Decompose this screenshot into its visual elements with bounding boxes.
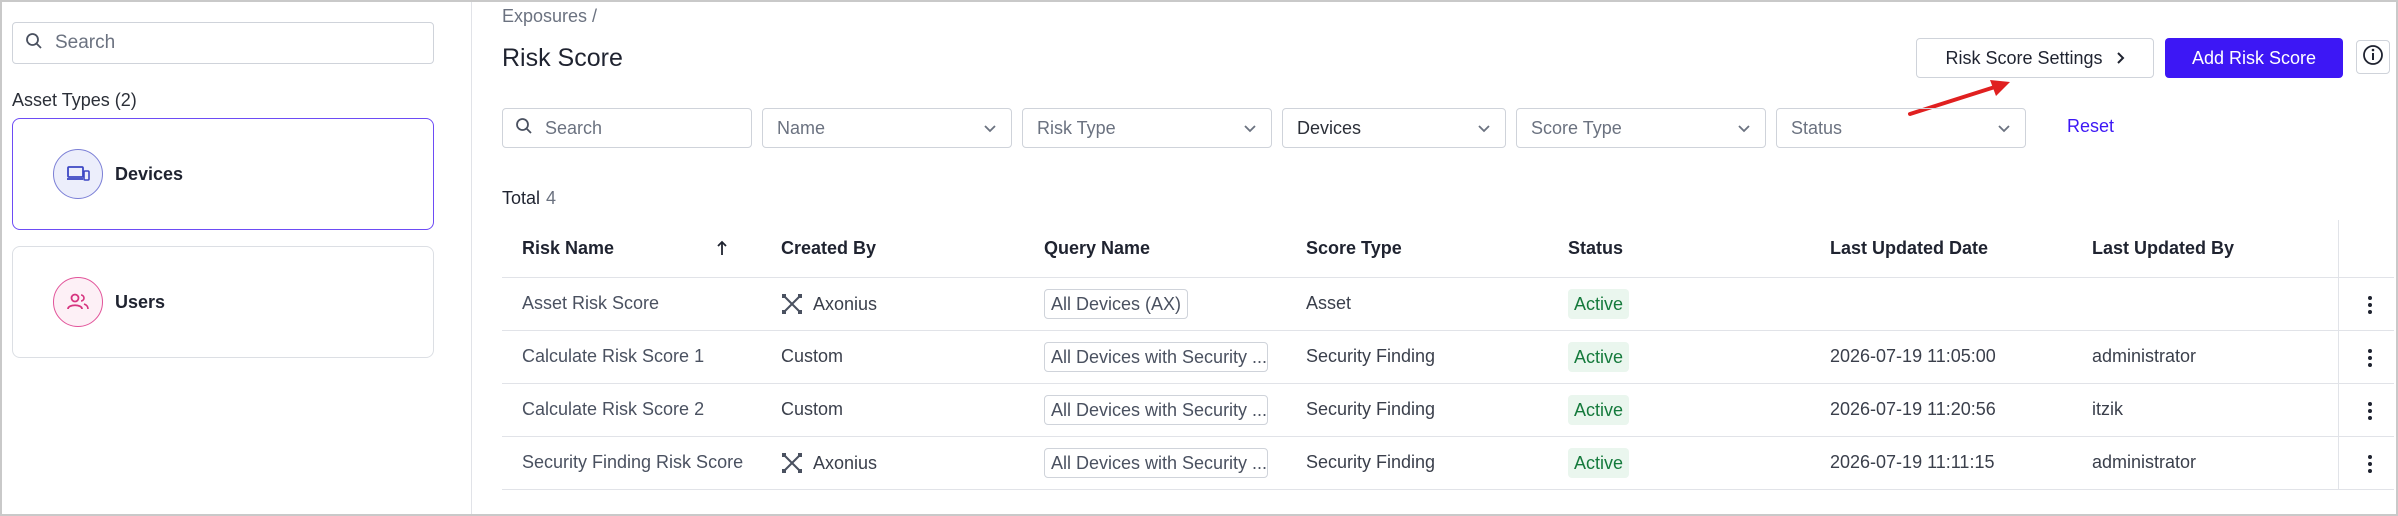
risk-score-settings-button[interactable]: Risk Score Settings [1916, 38, 2154, 78]
row-actions-kebab-icon[interactable] [2360, 345, 2380, 371]
total-label: Total [502, 188, 541, 208]
created-by-label: Axonius [813, 293, 878, 314]
last-updated-by-cell: administrator [2092, 452, 2197, 472]
query-name-chip[interactable]: All Devices (AX) [1044, 289, 1189, 319]
query-name-chip[interactable]: All Devices with Security ... [1044, 395, 1268, 425]
last-updated-by-cell: itzik [2092, 399, 2123, 419]
filter-status-label: Status [1791, 117, 1843, 138]
filter-devices-dropdown[interactable]: Devices [1282, 108, 1506, 148]
sidebar: Search Asset Types (2) Devices Users [2, 2, 472, 514]
users-icon [53, 277, 103, 327]
risk-name-cell[interactable]: Calculate Risk Score 1 [522, 346, 704, 367]
sort-ascending-icon[interactable] [716, 240, 728, 261]
column-header-risk-name[interactable]: Risk Name [522, 238, 614, 259]
chevron-down-icon [1243, 118, 1257, 139]
chevron-down-icon [983, 118, 997, 139]
score-type-cell: Security Finding [1306, 346, 1436, 366]
status-badge: Active [1568, 342, 1630, 372]
created-by-cell: Axonius [781, 452, 877, 474]
search-icon [515, 117, 533, 140]
actions-column-divider [2338, 220, 2394, 278]
risk-name-cell[interactable]: Calculate Risk Score 2 [522, 399, 704, 420]
info-button[interactable] [2356, 40, 2390, 74]
filter-search-placeholder: Search [545, 117, 603, 138]
chevron-down-icon [1737, 118, 1751, 139]
filter-risk-type-dropdown[interactable]: Risk Type [1022, 108, 1272, 148]
devices-icon [53, 149, 103, 199]
filter-devices-label: Devices [1297, 117, 1362, 138]
total-count: Total 4 [502, 188, 556, 209]
status-badge: Active [1568, 448, 1630, 478]
table-row[interactable]: Security Finding Risk Score Axonius All … [502, 437, 2394, 490]
risk-score-settings-label: Risk Score Settings [1945, 47, 2103, 68]
chevron-right-icon [2115, 51, 2125, 65]
column-header-last-updated-date[interactable]: Last Updated Date [1830, 238, 1988, 259]
asset-types-heading: Asset Types (2) [12, 90, 137, 110]
filter-score-type-label: Score Type [1531, 117, 1622, 138]
created-by-label: Axonius [813, 452, 878, 473]
score-type-cell: Security Finding [1306, 399, 1436, 419]
info-icon [2362, 44, 2384, 71]
last-updated-by-cell: administrator [2092, 346, 2197, 366]
table-row[interactable]: Asset Risk Score Axonius All Devices (AX… [502, 278, 2394, 331]
status-badge: Active [1568, 395, 1630, 425]
last-updated-date-cell: 2026-07-19 11:05:00 [1830, 346, 1996, 366]
query-name-chip[interactable]: All Devices with Security ... [1044, 448, 1268, 478]
risk-name-cell[interactable]: Asset Risk Score [522, 293, 659, 314]
filter-name-label: Name [777, 117, 826, 138]
search-icon [25, 32, 43, 55]
status-badge: Active [1568, 289, 1630, 319]
asset-type-label-users: Users [115, 291, 166, 312]
filter-risk-type-label: Risk Type [1037, 117, 1116, 138]
filter-status-dropdown[interactable]: Status [1776, 108, 2026, 148]
risk-name-cell[interactable]: Security Finding Risk Score [522, 452, 743, 473]
row-actions-kebab-icon[interactable] [2360, 292, 2380, 318]
asset-type-card-users[interactable]: Users [12, 246, 434, 358]
reset-filters-link[interactable]: Reset [2067, 116, 2114, 137]
filter-score-type-dropdown[interactable]: Score Type [1516, 108, 1766, 148]
page-title: Risk Score [502, 44, 623, 72]
created-by-cell: Axonius [781, 293, 877, 315]
table-row[interactable]: Calculate Risk Score 2 Custom All Device… [502, 384, 2394, 437]
breadcrumb[interactable]: Exposures / [502, 6, 597, 27]
total-value: 4 [546, 188, 557, 208]
table-row[interactable]: Calculate Risk Score 1 Custom All Device… [502, 331, 2394, 384]
filter-search-input[interactable]: Search [502, 108, 752, 148]
filter-name-dropdown[interactable]: Name [762, 108, 1012, 148]
axonius-logo-icon [781, 293, 803, 315]
chevron-down-icon [1477, 118, 1491, 139]
column-header-last-updated-by[interactable]: Last Updated By [2092, 238, 2234, 259]
last-updated-date-cell: 2026-07-19 11:11:15 [1830, 452, 1995, 472]
risk-score-table: Risk Name Created By Query Name Score Ty… [502, 220, 2394, 490]
sidebar-search-input[interactable]: Search [12, 22, 434, 64]
chevron-down-icon [1997, 118, 2011, 139]
created-by-cell: Custom [781, 346, 844, 366]
axonius-logo-icon [781, 452, 803, 474]
add-risk-score-button[interactable]: Add Risk Score [2165, 38, 2343, 78]
row-actions-kebab-icon[interactable] [2360, 451, 2380, 477]
query-name-chip[interactable]: All Devices with Security ... [1044, 342, 1268, 372]
score-type-cell: Asset [1306, 293, 1352, 313]
column-header-created-by[interactable]: Created By [781, 238, 876, 259]
created-by-cell: Custom [781, 399, 844, 419]
asset-type-card-devices[interactable]: Devices [12, 118, 434, 230]
asset-type-label-devices: Devices [115, 163, 184, 184]
column-header-score-type[interactable]: Score Type [1306, 238, 1402, 259]
last-updated-date-cell: 2026-07-19 11:20:56 [1830, 399, 1996, 419]
table-header: Risk Name Created By Query Name Score Ty… [502, 220, 2394, 278]
sidebar-search-placeholder: Search [55, 32, 116, 53]
score-type-cell: Security Finding [1306, 452, 1436, 472]
column-header-status[interactable]: Status [1568, 238, 1623, 259]
row-actions-kebab-icon[interactable] [2360, 398, 2380, 424]
column-header-query-name[interactable]: Query Name [1044, 238, 1150, 259]
